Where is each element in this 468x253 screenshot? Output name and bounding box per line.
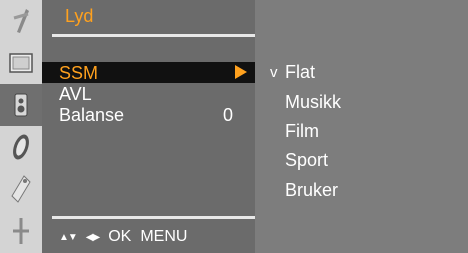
menu-hint: MENU [140,228,188,245]
balance-value: 0 [222,105,233,125]
sound-icon[interactable] [0,84,42,126]
menu-item-ssm[interactable]: SSM [42,62,255,83]
special-icon[interactable] [0,168,42,210]
picture-icon[interactable] [0,0,42,42]
option-flat[interactable]: Flat [285,62,315,83]
time-icon[interactable] [0,126,42,168]
menu-title: Lyd [65,6,94,26]
ssm-submenu: v Flat Musikk Film Sport Bruker [255,0,468,253]
left-right-arrows-icon: ◀▶ [85,231,100,243]
menu-item-label: Balanse [59,105,125,125]
tv-osd-menu: Lyd SSM AVL Balanse 0 ▲▼ ◀▶ OK MENU v Fl… [0,0,468,253]
menu-item-avl[interactable]: AVL [42,83,255,104]
menu-item-label: AVL [59,84,92,104]
sound-menu-panel: Lyd SSM AVL Balanse 0 ▲▼ ◀▶ OK MENU [42,0,255,253]
option-bruker[interactable]: Bruker [285,180,338,201]
option-sport[interactable]: Sport [285,150,328,171]
up-down-arrows-icon: ▲▼ [59,231,78,243]
ok-hint: OK [108,228,132,245]
option-film[interactable]: Film [285,121,319,142]
menu-icon-bar [0,0,43,253]
menu-item-label: SSM [59,63,99,83]
screen-icon[interactable] [0,42,42,84]
submenu-arrow-icon [235,65,247,79]
divider-top [52,34,255,37]
help-bar: ▲▼ ◀▶ OK MENU [59,228,187,246]
setup-icon[interactable] [0,210,42,252]
divider-bottom [52,216,255,219]
menu-item-balanse[interactable]: Balanse 0 [42,104,255,125]
option-musikk[interactable]: Musikk [285,92,341,113]
check-mark-icon: v [270,64,278,81]
